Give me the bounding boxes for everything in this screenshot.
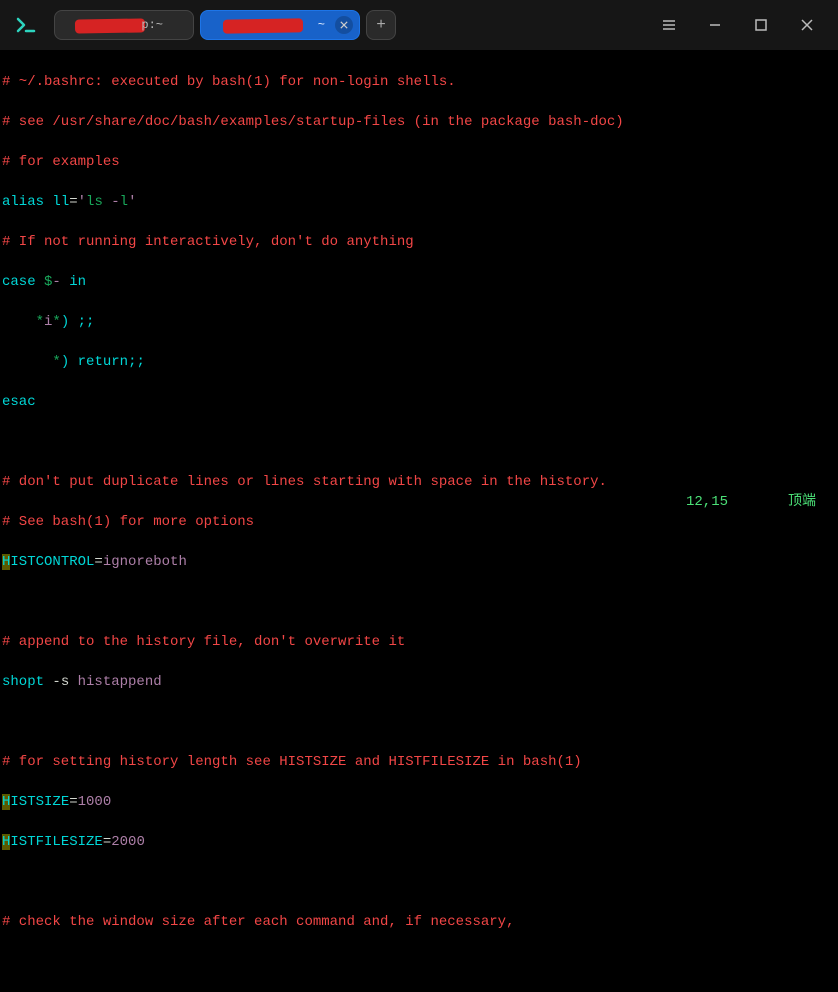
code-keyword: case xyxy=(2,274,36,290)
window-controls xyxy=(660,16,830,34)
code-keyword: shopt xyxy=(2,674,44,690)
tab-inactive[interactable]: p:~ xyxy=(54,10,194,40)
code-semi: ;; xyxy=(78,314,95,330)
code-val: ignoreboth xyxy=(103,554,187,570)
code-comment: # If not running interactively, don't do… xyxy=(2,234,414,250)
code-op: - xyxy=(52,274,60,290)
code-comment: # check the window size after each comma… xyxy=(2,914,514,930)
code-keyword: in xyxy=(69,274,86,290)
new-tab-button[interactable]: + xyxy=(366,10,396,40)
tab-suffix: p:~ xyxy=(141,18,163,32)
code-var: ISTSIZE xyxy=(10,794,69,810)
code-val: 2000 xyxy=(111,834,145,850)
code-ident: ll xyxy=(52,194,69,210)
code-var: ISTCONTROL xyxy=(10,554,94,570)
code-op: = xyxy=(69,194,77,210)
code-var: H xyxy=(2,794,10,810)
code-comment: # don't put duplicate lines or lines sta… xyxy=(2,474,607,490)
scroll-indicator: 顶端 xyxy=(788,492,816,512)
minimize-button[interactable] xyxy=(706,16,724,34)
code-quote: ' xyxy=(128,194,136,210)
code-comment: # for examples xyxy=(2,154,120,170)
code-var: H xyxy=(2,554,10,570)
code-val: 1000 xyxy=(78,794,112,810)
code-arg: histappend xyxy=(78,674,162,690)
plus-icon: + xyxy=(376,16,386,34)
cursor-position: 12,15 xyxy=(686,492,728,512)
code-keyword: return xyxy=(78,354,128,370)
code-cmd: ls xyxy=(86,194,103,210)
tabs-container: p:~ ~ + xyxy=(54,10,396,40)
code-comment: # for setting history length see HISTSIZ… xyxy=(2,754,582,770)
code-keyword: esac xyxy=(2,394,36,410)
code-comment: # see /usr/share/doc/bash/examples/start… xyxy=(2,114,624,130)
maximize-button[interactable] xyxy=(752,16,770,34)
code-flag: l xyxy=(120,194,128,210)
code-text: - xyxy=(103,194,120,210)
code-glob: * xyxy=(52,354,60,370)
code-keyword: alias xyxy=(2,194,44,210)
tab-active[interactable]: ~ xyxy=(200,10,360,40)
code-paren: ) xyxy=(61,314,69,330)
code-semi: ;; xyxy=(128,354,145,370)
close-button[interactable] xyxy=(798,16,816,34)
menu-icon[interactable] xyxy=(660,16,678,34)
code-glob: * xyxy=(36,314,44,330)
code-op: = xyxy=(103,834,111,850)
code-flag: -s xyxy=(44,674,78,690)
code-quote: ' xyxy=(78,194,86,210)
code-comment: # ~/.bashrc: executed by bash(1) for non… xyxy=(2,74,456,90)
redacted-label xyxy=(75,18,145,33)
code-comment: # append to the history file, don't over… xyxy=(2,634,405,650)
redacted-label xyxy=(223,18,303,33)
tab-suffix: ~ xyxy=(318,18,325,32)
close-icon[interactable] xyxy=(335,16,353,34)
code-glob: * xyxy=(52,314,60,330)
titlebar: p:~ ~ + xyxy=(0,0,838,50)
code-var: ISTFILESIZE xyxy=(10,834,102,850)
code-var: H xyxy=(2,834,10,850)
code-comment: # See bash(1) for more options xyxy=(2,514,254,530)
code-paren: ) xyxy=(61,354,69,370)
app-icon xyxy=(8,7,44,43)
code-op: = xyxy=(94,554,102,570)
terminal-content[interactable]: # ~/.bashrc: executed by bash(1) for non… xyxy=(0,50,838,512)
code-op: = xyxy=(69,794,77,810)
vim-statusbar: 12,15 顶端 xyxy=(0,492,838,512)
